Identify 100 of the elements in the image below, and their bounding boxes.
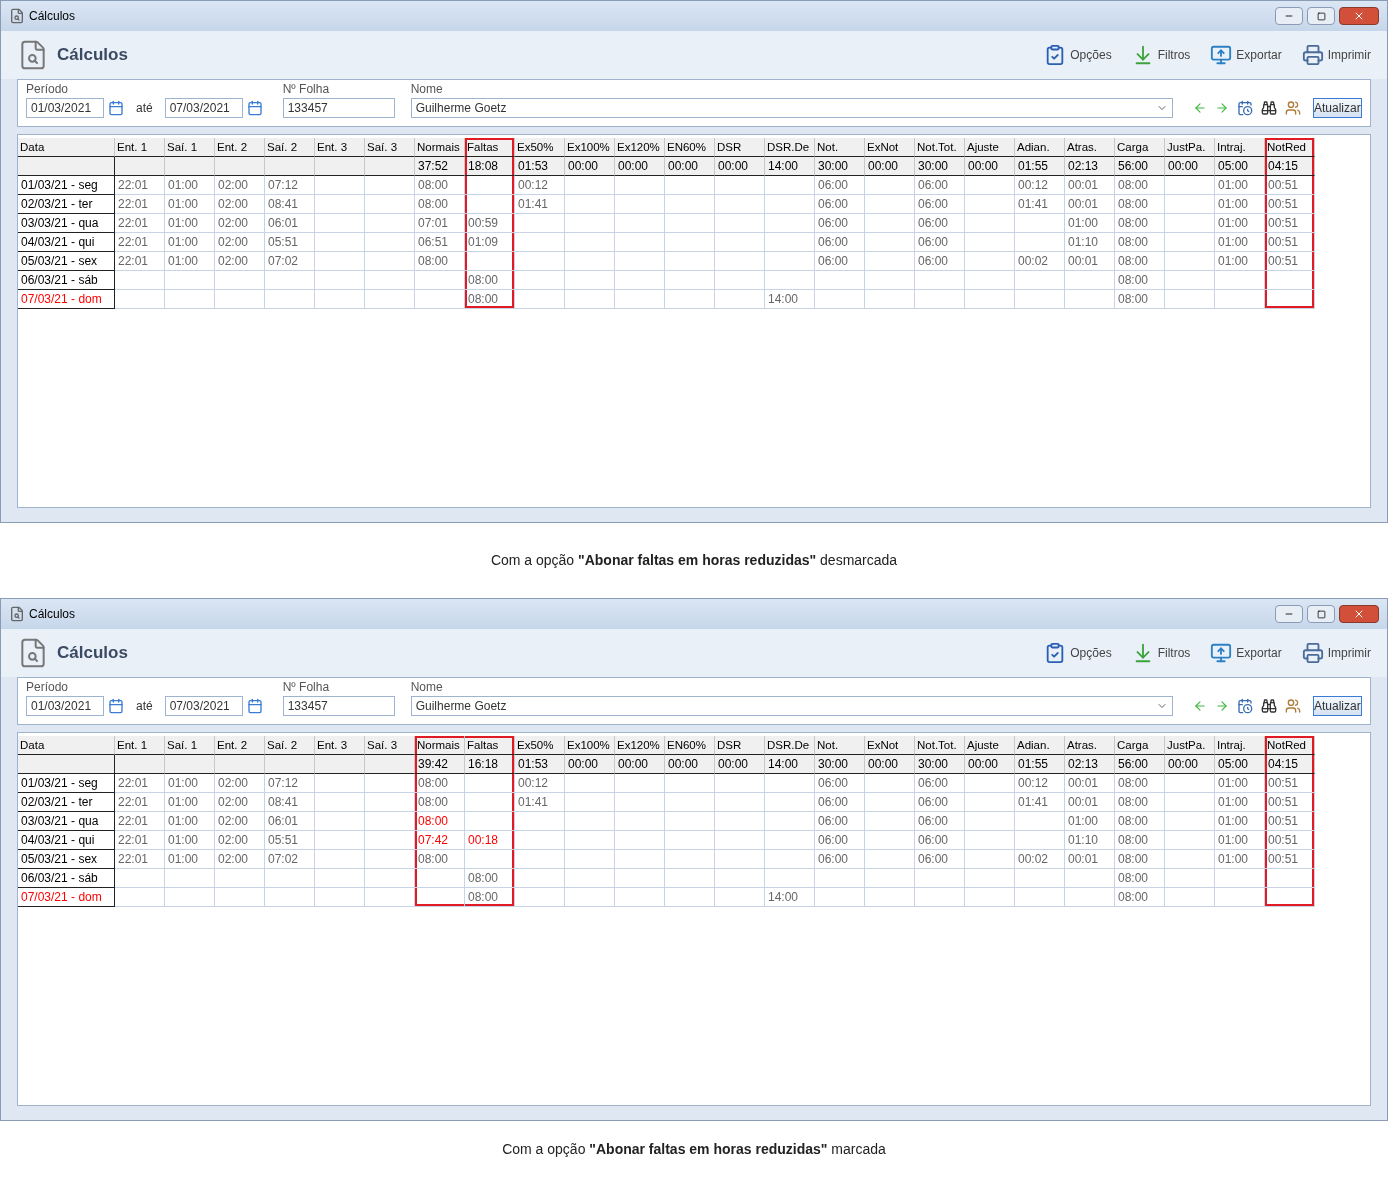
column-header[interactable]: Not. <box>815 736 865 755</box>
column-header[interactable]: Ent. 3 <box>315 138 365 157</box>
binoculars-icon[interactable] <box>1260 698 1277 714</box>
toolbar-button[interactable]: Filtros <box>1131 44 1191 66</box>
column-header[interactable]: ExNot <box>865 736 915 755</box>
column-header[interactable]: Saí. 3 <box>365 736 415 755</box>
name-dropdown[interactable]: Guilherme Goetz <box>410 696 1173 716</box>
column-header[interactable]: EN60% <box>665 736 715 755</box>
maximize-button[interactable] <box>1307 7 1335 25</box>
toolbar-button[interactable]: Imprimir <box>1301 642 1371 664</box>
column-header[interactable]: Adian. <box>1015 138 1065 157</box>
toolbar-button[interactable]: Imprimir <box>1301 44 1371 66</box>
name-dropdown[interactable]: Guilherme Goetz <box>410 98 1173 118</box>
column-header[interactable]: Not.Tot. <box>915 138 965 157</box>
column-header[interactable]: Saí. 2 <box>265 138 315 157</box>
column-header[interactable]: Ajuste <box>965 138 1015 157</box>
column-header[interactable]: Normais <box>415 736 465 755</box>
column-header[interactable]: JustPa. <box>1165 736 1215 755</box>
column-header[interactable]: Not.Tot. <box>915 736 965 755</box>
column-header[interactable]: Normais <box>415 138 465 157</box>
column-header[interactable]: Ent. 2 <box>215 138 265 157</box>
right-arrow-icon[interactable] <box>1214 699 1229 713</box>
column-header[interactable]: Saí. 1 <box>165 736 215 755</box>
column-header[interactable]: Intraj. <box>1215 736 1265 755</box>
column-header[interactable]: ExNot <box>865 138 915 157</box>
date-field[interactable]: 07/03/2021 <box>164 98 243 118</box>
column-header[interactable]: Faltas <box>465 138 515 157</box>
calendar-icon[interactable] <box>108 698 124 714</box>
column-header[interactable]: Ent. 2 <box>215 736 265 755</box>
column-header[interactable]: DSR <box>715 736 765 755</box>
column-header[interactable]: Ex50% <box>515 138 565 157</box>
toolbar-button[interactable]: Opções <box>1044 44 1112 66</box>
column-header[interactable]: Ex120% <box>615 736 665 755</box>
column-header[interactable]: Faltas <box>465 736 515 755</box>
left-arrow-icon[interactable] <box>1192 101 1207 115</box>
column-header[interactable]: Intraj. <box>1215 138 1265 157</box>
column-header[interactable]: NotRed <box>1265 138 1315 157</box>
calendar-clock-icon[interactable] <box>1236 698 1253 714</box>
table-cell <box>515 290 565 309</box>
toolbar-button[interactable]: Exportar <box>1210 642 1282 664</box>
column-header[interactable]: Ex100% <box>565 736 615 755</box>
column-header[interactable]: Ent. 3 <box>315 736 365 755</box>
column-header[interactable]: Data <box>18 138 115 157</box>
toolbar-button[interactable]: Opções <box>1044 642 1112 664</box>
caption: Com a opção "Abonar faltas em horas reduzidas" desmarcada <box>490 551 898 570</box>
calendar-icon[interactable] <box>246 100 263 116</box>
close-button[interactable] <box>1339 7 1379 25</box>
column-header[interactable]: JustPa. <box>1165 138 1215 157</box>
calendar-icon[interactable] <box>246 698 263 714</box>
column-header[interactable]: Saí. 3 <box>365 138 415 157</box>
table-cell <box>865 176 915 195</box>
update-button[interactable]: Atualizar <box>1312 696 1362 716</box>
sheet-number-field[interactable]: 133457 <box>282 696 395 716</box>
people-icon[interactable] <box>1284 100 1301 116</box>
date-field[interactable]: 01/03/2021 <box>26 696 104 716</box>
column-header[interactable]: Ex50% <box>515 736 565 755</box>
table-cell: 00:01 <box>1065 850 1115 869</box>
column-header[interactable]: Ex100% <box>565 138 615 157</box>
column-header[interactable]: Data <box>18 736 115 755</box>
table-cell: 08:00 <box>415 195 465 214</box>
maximize-button[interactable] <box>1307 605 1335 623</box>
toolbar-button[interactable]: Exportar <box>1210 44 1282 66</box>
date-field[interactable]: 01/03/2021 <box>26 98 104 118</box>
column-header[interactable]: Not. <box>815 138 865 157</box>
right-arrow-icon[interactable] <box>1214 101 1229 115</box>
column-header[interactable]: Ent. 1 <box>115 736 165 755</box>
column-header[interactable]: NotRed <box>1265 736 1315 755</box>
column-header[interactable]: Atras. <box>1065 138 1115 157</box>
column-header[interactable]: Saí. 2 <box>265 736 315 755</box>
column-header[interactable]: Ajuste <box>965 736 1015 755</box>
calendar-clock-icon[interactable] <box>1236 100 1253 116</box>
column-header[interactable]: Atras. <box>1065 736 1115 755</box>
column-header[interactable]: Adian. <box>1015 736 1065 755</box>
date-field[interactable]: 07/03/2021 <box>164 696 243 716</box>
column-header[interactable]: EN60% <box>665 138 715 157</box>
toolbar-button[interactable]: Filtros <box>1131 642 1191 664</box>
close-button[interactable] <box>1339 605 1379 623</box>
column-header[interactable]: Ex120% <box>615 138 665 157</box>
minimize-button[interactable] <box>1275 7 1303 25</box>
left-arrow-icon[interactable] <box>1192 699 1207 713</box>
minimize-button[interactable] <box>1275 605 1303 623</box>
table-cell <box>865 290 915 309</box>
column-header[interactable]: DSR.De <box>765 736 815 755</box>
table-cell <box>1165 888 1215 907</box>
field-label: Nome <box>410 81 444 98</box>
binoculars-icon[interactable] <box>1260 100 1277 116</box>
people-icon[interactable] <box>1284 698 1301 714</box>
column-header[interactable]: Carga <box>1115 138 1165 157</box>
column-header[interactable]: DSR <box>715 138 765 157</box>
table-cell <box>615 793 665 812</box>
update-button[interactable]: Atualizar <box>1312 98 1362 118</box>
table-cell <box>565 290 615 309</box>
column-header[interactable]: Ent. 1 <box>115 138 165 157</box>
column-header[interactable]: Carga <box>1115 736 1165 755</box>
calendar-icon[interactable] <box>108 100 124 116</box>
column-header[interactable]: Saí. 1 <box>165 138 215 157</box>
table-cell: 01:41 <box>515 793 565 812</box>
sheet-number-field[interactable]: 133457 <box>282 98 395 118</box>
table-cell <box>965 290 1015 309</box>
column-header[interactable]: DSR.De <box>765 138 815 157</box>
